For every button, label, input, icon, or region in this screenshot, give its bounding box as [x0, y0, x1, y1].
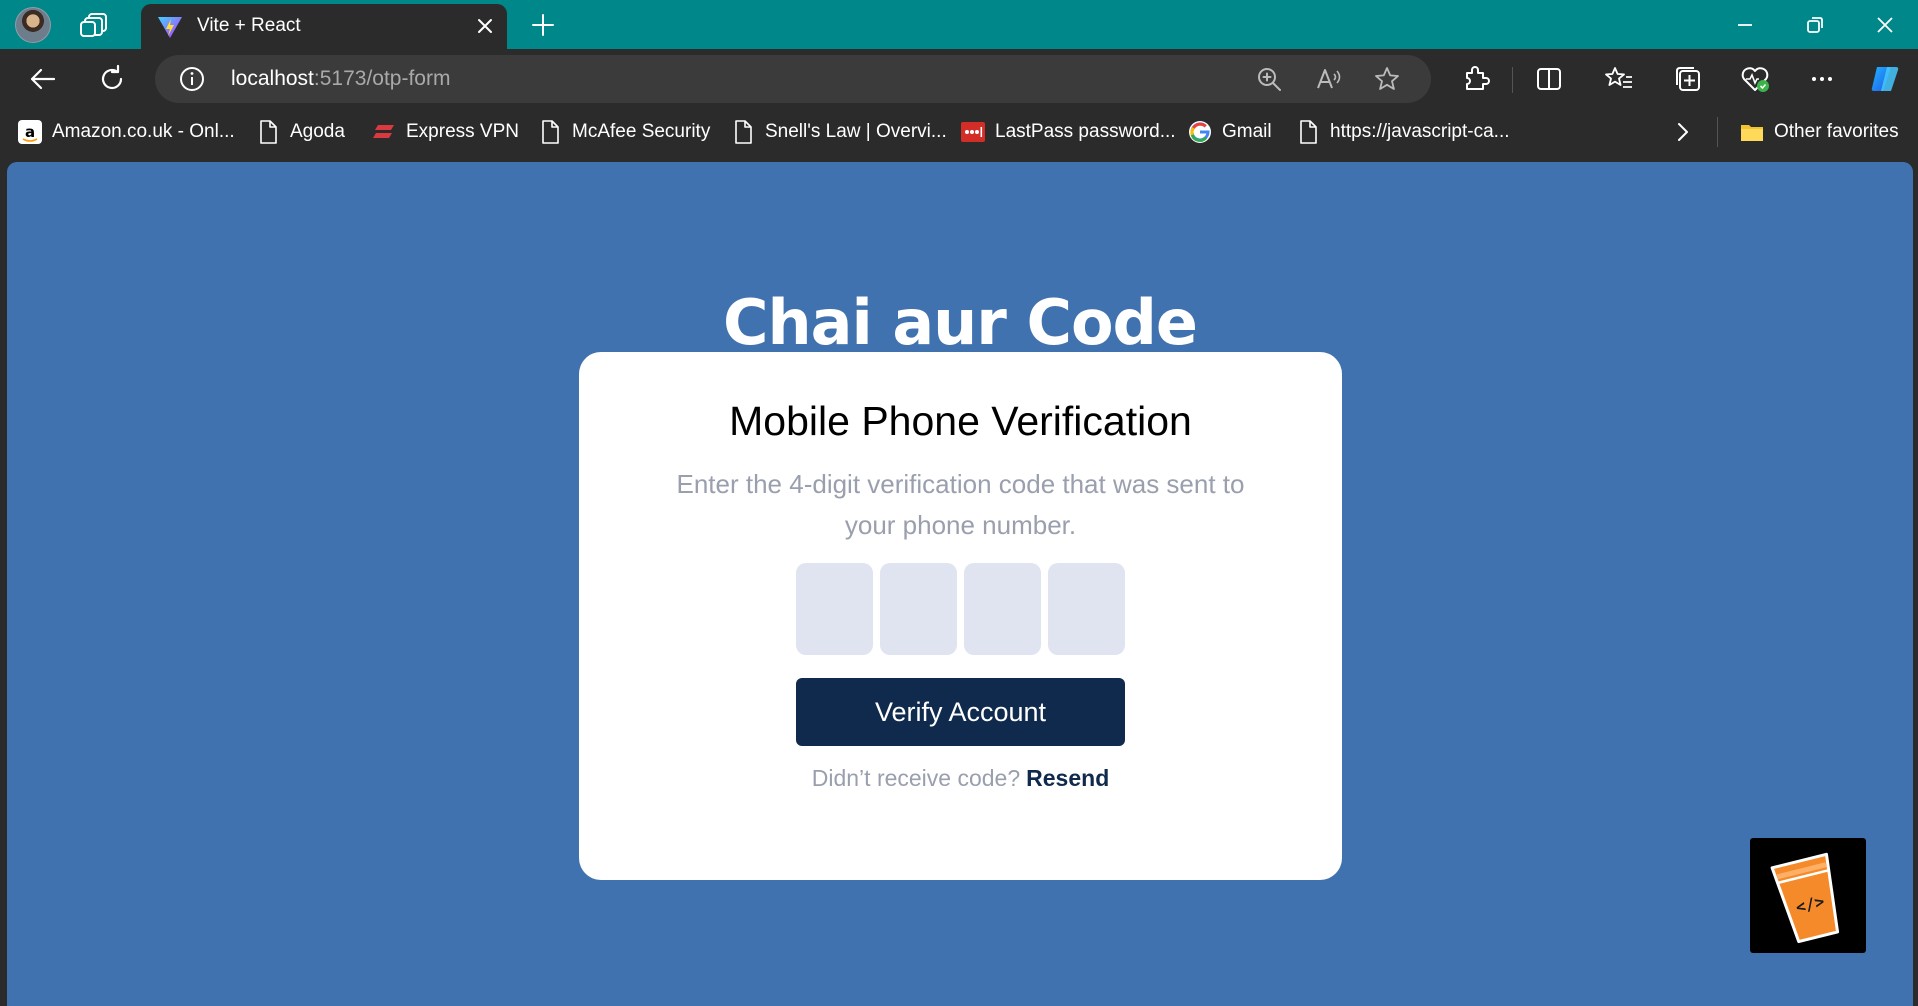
otp-digit-3[interactable]: [964, 563, 1041, 655]
page-icon: [542, 120, 559, 144]
browser-toolbar: localhost:5173/otp-form: [0, 49, 1918, 109]
minimize-icon[interactable]: [1730, 10, 1760, 40]
otp-digit-4[interactable]: [1048, 563, 1125, 655]
chai-aur-code-logo[interactable]: </>: [1750, 838, 1866, 953]
otp-digit-2[interactable]: [880, 563, 957, 655]
chai-cup-icon: </>: [1770, 852, 1840, 944]
url-host: localhost: [231, 67, 314, 90]
amazon-icon: a: [18, 120, 42, 144]
address-bar[interactable]: localhost:5173/otp-form: [155, 55, 1431, 103]
bookmark-label: Snell's Law | Overvi...: [765, 121, 947, 142]
favorite-star-icon[interactable]: [1373, 65, 1401, 93]
page-icon: [1300, 120, 1317, 144]
bookmark-label: Amazon.co.uk - Onl...: [52, 121, 235, 142]
bookmark-label: LastPass password...: [995, 121, 1176, 142]
split-screen-icon[interactable]: [1532, 62, 1566, 96]
copilot-icon[interactable]: [1868, 62, 1902, 96]
workspaces-icon[interactable]: [80, 11, 110, 39]
zoom-icon[interactable]: [1255, 65, 1283, 93]
close-window-icon[interactable]: [1870, 10, 1900, 40]
otp-digit-1[interactable]: [796, 563, 873, 655]
url-path: :5173/otp-form: [313, 67, 451, 90]
resend-prompt: Didn’t receive code?: [811, 765, 1021, 791]
bookmark-other-favorites[interactable]: Other favorites: [1740, 118, 1899, 146]
folder-icon: [1741, 125, 1763, 141]
bookmark-gmail[interactable]: Gmail: [1188, 118, 1272, 146]
bookmark-label: https://javascript-ca...: [1330, 121, 1510, 142]
refresh-icon[interactable]: [95, 62, 129, 96]
bookmark-label: Gmail: [1222, 121, 1272, 142]
lastpass-icon: [961, 122, 985, 142]
favorites-icon[interactable]: [1602, 62, 1636, 96]
more-options-icon[interactable]: [1805, 62, 1839, 96]
bookmark-label: McAfee Security: [572, 121, 711, 142]
brand-title: Chai aur Code: [723, 286, 1198, 359]
svg-text:a: a: [25, 123, 35, 141]
card-subtitle: Enter the 4-digit verification code that…: [676, 469, 1245, 540]
bookmark-express-vpn[interactable]: Express VPN: [372, 118, 519, 146]
page-icon: [260, 120, 277, 144]
bookmarks-divider: [1717, 117, 1718, 147]
back-arrow-icon[interactable]: [26, 62, 60, 96]
resend-row: Didn’t receive code? Resend: [579, 765, 1342, 792]
expressvpn-icon: [373, 125, 394, 138]
bookmark-label: Other favorites: [1774, 121, 1899, 142]
resend-link[interactable]: Resend: [1026, 765, 1109, 791]
site-info-icon[interactable]: [179, 66, 205, 92]
bookmarks-bar: a Amazon.co.uk - Onl... Agoda Express VP…: [0, 109, 1918, 155]
bookmark-snells-law[interactable]: Snell's Law | Overvi...: [731, 118, 947, 146]
restore-icon[interactable]: [1800, 10, 1830, 40]
otp-input-group: [796, 563, 1125, 655]
browser-essentials-icon[interactable]: [1738, 62, 1772, 96]
collections-icon[interactable]: [1671, 62, 1705, 96]
bookmark-lastpass[interactable]: LastPass password...: [961, 118, 1176, 146]
extensions-icon[interactable]: [1458, 62, 1492, 96]
chevron-right-icon[interactable]: [1672, 119, 1694, 145]
google-icon: [1189, 121, 1211, 143]
read-aloud-icon[interactable]: [1315, 65, 1343, 93]
bookmark-label: Agoda: [290, 121, 345, 142]
url-text[interactable]: localhost:5173/otp-form: [231, 67, 450, 91]
verify-account-button[interactable]: Verify Account: [796, 678, 1125, 746]
bookmark-label: Express VPN: [406, 121, 519, 142]
close-tab-icon[interactable]: [473, 14, 497, 38]
card-title: Mobile Phone Verification: [729, 398, 1192, 444]
profile-avatar[interactable]: [15, 7, 51, 43]
bookmark-amazon[interactable]: a Amazon.co.uk - Onl...: [18, 118, 235, 146]
bookmark-agoda[interactable]: Agoda: [256, 118, 345, 146]
page-icon: [735, 120, 752, 144]
tab-vite-react[interactable]: Vite + React: [141, 4, 507, 49]
new-tab-icon[interactable]: [528, 10, 558, 40]
bookmark-mcafee[interactable]: McAfee Security: [538, 118, 710, 146]
page-viewport: Chai aur Code Mobile Phone Verification …: [7, 162, 1913, 1006]
browser-titlebar: Vite + React: [0, 0, 1918, 49]
toolbar-divider: [1512, 67, 1513, 93]
tab-title: Vite + React: [197, 15, 301, 36]
vite-icon: [158, 17, 182, 38]
verification-card: Mobile Phone Verification Enter the 4-di…: [579, 352, 1342, 880]
bookmark-javascript-cafe[interactable]: https://javascript-ca...: [1296, 118, 1510, 146]
